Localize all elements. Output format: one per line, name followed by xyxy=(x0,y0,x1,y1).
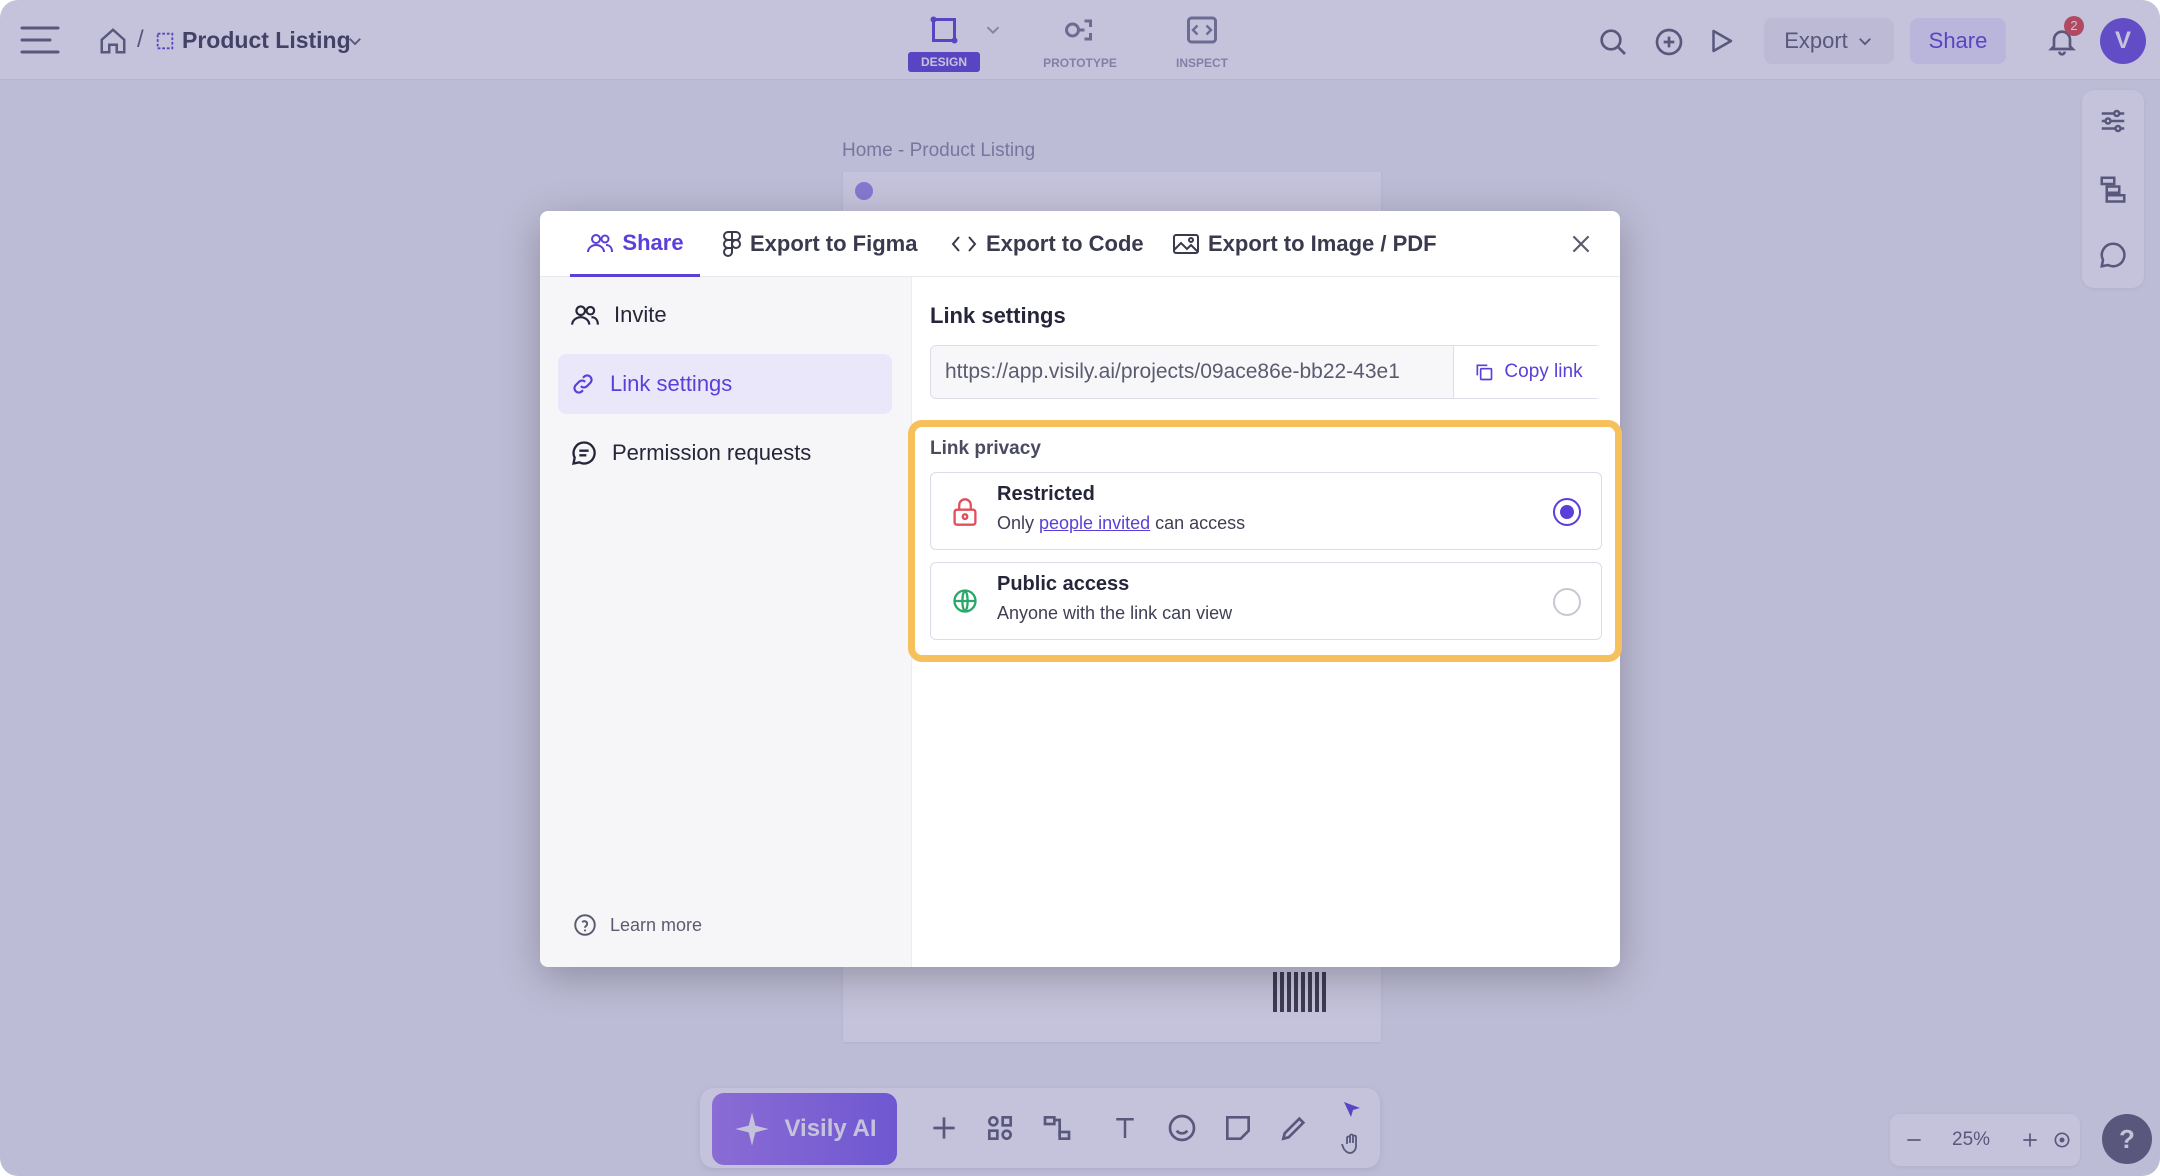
sidebar-item-label: Permission requests xyxy=(612,440,812,465)
image-icon xyxy=(1173,234,1199,254)
learn-more-link[interactable]: Learn more xyxy=(572,912,702,938)
sidebar-item-link-settings[interactable]: Link settings xyxy=(558,354,892,414)
option-description-text: Only xyxy=(997,513,1040,533)
tab-export-figma[interactable]: Export to Figma xyxy=(722,211,917,277)
figma-icon xyxy=(723,231,741,257)
restricted-radio[interactable] xyxy=(1553,498,1581,526)
tab-export-code[interactable]: Export to Code xyxy=(950,211,1144,277)
link-icon xyxy=(573,374,593,394)
link-settings-heading: Link settings xyxy=(930,303,1066,328)
lock-icon xyxy=(953,498,977,526)
option-description: Only people invited can access xyxy=(997,513,1245,534)
message-icon xyxy=(572,441,596,465)
copy-link-label: Copy link xyxy=(1504,361,1583,382)
link-privacy-label: Link privacy xyxy=(930,438,1041,459)
globe-icon xyxy=(953,589,977,613)
learn-more-label: Learn more xyxy=(610,914,703,935)
option-title: Public access xyxy=(997,573,1130,595)
option-description: Anyone with the link can view xyxy=(997,603,1233,623)
privacy-option-restricted[interactable]: Restricted Only people invited can acces… xyxy=(930,472,1602,550)
sidebar-item-invite[interactable]: Invite xyxy=(558,285,892,345)
option-description-text: can access xyxy=(1150,513,1246,533)
users-icon xyxy=(587,233,614,252)
link-url-input[interactable]: https://app.visily.ai/projects/09ace86e-… xyxy=(945,346,1445,398)
link-field: https://app.visily.ai/projects/09ace86e-… xyxy=(930,345,1603,399)
copy-link-button[interactable]: Copy link xyxy=(1453,346,1603,398)
tab-export-image-label: Export to Image / PDF xyxy=(1208,231,1437,256)
users-icon xyxy=(571,305,599,325)
privacy-option-public[interactable]: Public access Anyone with the link can v… xyxy=(930,562,1602,640)
tab-export-figma-label: Export to Figma xyxy=(750,231,918,256)
close-icon[interactable] xyxy=(1568,231,1594,257)
people-invited-link[interactable]: people invited xyxy=(1039,513,1150,533)
modal-sidebar: Invite Link settings Permission requests xyxy=(540,277,912,967)
app-window: / Product Listing DESIGN PROTOTYPE INSPE… xyxy=(0,0,2160,1176)
copy-icon xyxy=(1476,364,1493,381)
help-circle-icon xyxy=(574,914,596,936)
tab-export-code-label: Export to Code xyxy=(986,231,1144,256)
modal-tabs: Share Export to Figma Export to Code Exp… xyxy=(540,211,1620,277)
sidebar-item-permission-requests[interactable]: Permission requests xyxy=(558,423,892,483)
tab-share-label: Share xyxy=(622,229,684,255)
tab-share[interactable]: Share xyxy=(570,211,700,277)
public-access-radio[interactable] xyxy=(1553,588,1581,616)
sidebar-item-label: Invite xyxy=(614,302,667,327)
tab-export-image[interactable]: Export to Image / PDF xyxy=(1172,211,1437,277)
code-icon xyxy=(951,236,977,252)
option-title: Restricted xyxy=(997,483,1095,505)
sidebar-item-label: Link settings xyxy=(610,371,733,396)
